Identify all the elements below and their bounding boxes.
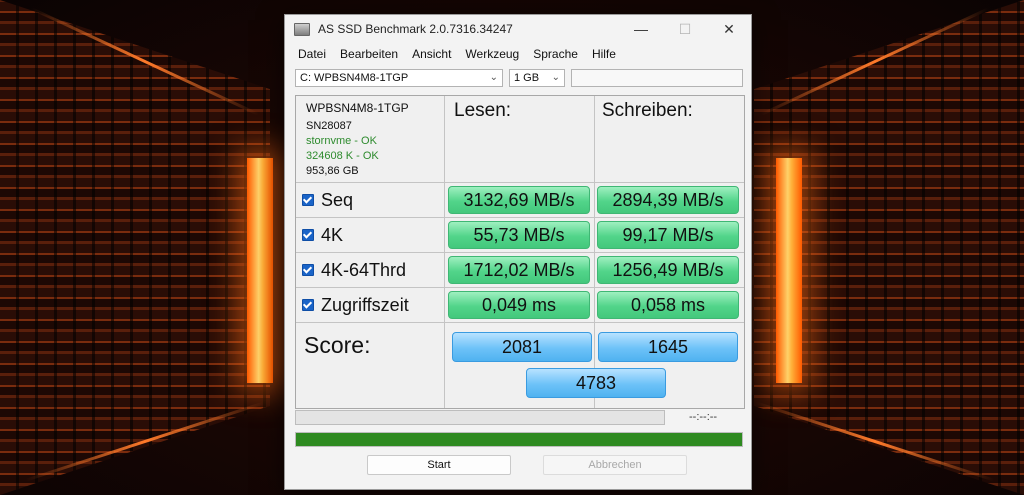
seq-read-value: 3132,69 MB/s [448, 186, 590, 214]
start-button[interactable]: Start [367, 455, 511, 475]
grid-divider [296, 287, 744, 288]
title-bar[interactable]: AS SSD Benchmark 2.0.7316.34247 — ☐ ✕ [285, 15, 751, 43]
app-drive-icon [294, 22, 310, 36]
results-panel: WPBSN4M8-1TGP SN28087 stornvme - OK 3246… [295, 95, 745, 409]
grid-divider [444, 322, 445, 408]
write-header: Schreiben: [602, 100, 693, 121]
background-light-right [776, 158, 802, 383]
row-zugriffszeit-label: Zugriffszeit [321, 294, 409, 315]
test-progress-bar [295, 410, 665, 425]
grid-divider [444, 96, 445, 322]
checkbox-zugriffszeit[interactable] [302, 299, 314, 311]
selection-row: C: WPBSN4M8-1TGP ⌄ 1 GB ⌄ [295, 69, 743, 89]
background-wall-left [0, 0, 270, 495]
status-field [571, 69, 743, 87]
menu-sprache[interactable]: Sprache [526, 47, 585, 61]
chevron-down-icon: ⌄ [551, 72, 560, 83]
write-score: 1645 [598, 332, 738, 362]
checkbox-4k-64thrd[interactable] [302, 264, 314, 276]
seq-write-value: 2894,39 MB/s [597, 186, 739, 214]
row-zugriffszeit[interactable]: Zugriffszeit [302, 292, 409, 318]
access-time-read-value: 0,049 ms [448, 291, 590, 319]
row-4k-64thrd-label: 4K-64Thrd [321, 259, 407, 280]
row-4k-label: 4K [321, 224, 344, 245]
drive-info: WPBSN4M8-1TGP SN28087 stornvme - OK 3246… [306, 101, 409, 179]
grid-divider [296, 182, 744, 183]
menu-werkzeug[interactable]: Werkzeug [458, 47, 526, 61]
alignment-status: 324608 K - OK [306, 150, 379, 162]
4k-64thrd-read-value: 1712,02 MB/s [448, 256, 590, 284]
grid-divider [296, 217, 744, 218]
overall-progress-fill [296, 433, 742, 446]
total-score: 4783 [526, 368, 666, 398]
test-size-value: 1 GB [514, 72, 540, 84]
cancel-button[interactable]: Abbrechen [543, 455, 687, 475]
4k-64thrd-write-value: 1256,49 MB/s [597, 256, 739, 284]
menu-ansicht[interactable]: Ansicht [405, 47, 458, 61]
row-seq-label: Seq [321, 189, 354, 210]
drive-capacity: 953,86 GB [306, 165, 359, 177]
row-seq[interactable]: Seq [302, 187, 353, 213]
checkbox-4k[interactable] [302, 229, 314, 241]
grid-divider [296, 322, 744, 323]
test-size-select[interactable]: 1 GB ⌄ [509, 69, 565, 87]
read-header: Lesen: [454, 100, 512, 121]
window-title: AS SSD Benchmark 2.0.7316.34247 [318, 22, 513, 36]
menu-bearbeiten[interactable]: Bearbeiten [333, 47, 405, 61]
chevron-down-icon: ⌄ [489, 72, 498, 83]
4k-write-value: 99,17 MB/s [597, 221, 739, 249]
menu-bar: Datei Bearbeiten Ansicht Werkzeug Sprach… [285, 43, 751, 65]
as-ssd-window: AS SSD Benchmark 2.0.7316.34247 — ☐ ✕ Da… [284, 14, 752, 490]
checkbox-seq[interactable] [302, 194, 314, 206]
close-button[interactable]: ✕ [707, 15, 751, 43]
drive-firmware: SN28087 [306, 120, 352, 132]
menu-datei[interactable]: Datei [291, 47, 333, 61]
minimize-button[interactable]: — [619, 15, 663, 43]
row-4k[interactable]: 4K [302, 222, 343, 248]
elapsed-time: --:--:-- [689, 411, 718, 423]
access-time-write-value: 0,058 ms [597, 291, 739, 319]
row-4k-64thrd[interactable]: 4K-64Thrd [302, 257, 406, 283]
grid-divider [296, 252, 744, 253]
drive-select-value: C: WPBSN4M8-1TGP [300, 72, 409, 84]
driver-status: stornvme - OK [306, 135, 377, 147]
score-label: Score: [304, 332, 371, 358]
read-score: 2081 [452, 332, 592, 362]
overall-progress-bar [295, 432, 743, 447]
background-light-left [247, 158, 273, 383]
drive-select[interactable]: C: WPBSN4M8-1TGP ⌄ [295, 69, 503, 87]
drive-model: WPBSN4M8-1TGP [306, 101, 409, 115]
maximize-button[interactable]: ☐ [663, 15, 707, 43]
4k-read-value: 55,73 MB/s [448, 221, 590, 249]
menu-hilfe[interactable]: Hilfe [585, 47, 623, 61]
